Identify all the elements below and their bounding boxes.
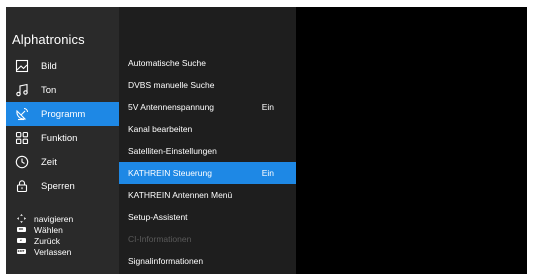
menu-item-label: KATHREIN Steuerung	[128, 168, 212, 178]
hint-exit: EXIT Verlassen	[16, 246, 73, 257]
clock-icon	[14, 155, 29, 170]
hint-select: OK Wählen	[16, 224, 73, 235]
lock-icon	[14, 179, 29, 194]
sidebar-item-funktion[interactable]: Funktion	[6, 126, 119, 150]
dpad-icon	[16, 214, 26, 223]
menu-item-label: Setup-Assistent	[128, 212, 188, 222]
menu-item-satelliten-einstellungen[interactable]: Satelliten-Einstellungen	[119, 140, 296, 162]
hint-label: navigieren	[34, 213, 74, 224]
sidebar-item-label: Ton	[41, 84, 57, 96]
sidebar-item-zeit[interactable]: Zeit	[6, 150, 119, 174]
menu-item-label: Kanal bearbeiten	[128, 124, 193, 134]
sidebar-item-label: Funktion	[41, 132, 78, 144]
sidebar-item-ton[interactable]: Ton	[6, 78, 119, 102]
menu-item-label: Satelliten-Einstellungen	[128, 146, 217, 156]
grid-icon	[14, 131, 29, 146]
menu-item-dvbs-manuelle-suche[interactable]: DVBS manuelle Suche	[119, 74, 296, 96]
sidebar: Alphatronics Bild Ton Programm Funktion …	[6, 7, 119, 274]
menu-item-label: CI-Informationen	[128, 234, 192, 244]
menu-item-label: 5V Antennenspannung	[128, 102, 215, 112]
hint-label: Wählen	[34, 224, 63, 235]
sidebar-item-label: Bild	[41, 60, 57, 72]
sidebar-item-label: Zeit	[41, 156, 57, 168]
menu-item-value: Ein	[261, 168, 274, 178]
menu-item-ci-informationen: CI-Informationen	[119, 228, 296, 250]
menu-item-kanal-bearbeiten[interactable]: Kanal bearbeiten	[119, 118, 296, 140]
hint-back: ↩ Zurück	[16, 235, 73, 246]
submenu-list: Automatische Suche DVBS manuelle Suche 5…	[119, 52, 296, 272]
menu-item-label: Signalinformationen	[128, 256, 204, 266]
image-icon	[14, 59, 29, 74]
hint-navigate: navigieren	[16, 213, 73, 224]
music-note-icon	[14, 83, 29, 98]
sidebar-item-bild[interactable]: Bild	[6, 54, 119, 78]
menu-item-kathrein-antennen-menue[interactable]: KATHREIN Antennen Menü	[119, 184, 296, 206]
sidebar-item-programm[interactable]: Programm	[6, 102, 119, 126]
hint-label: Verlassen	[34, 246, 72, 257]
brand-title: Alphatronics	[12, 32, 85, 47]
menu-item-kathrein-steuerung[interactable]: KATHREIN Steuerung Ein	[119, 162, 296, 184]
menu-item-label: Automatische Suche	[128, 58, 206, 68]
back-key-icon: ↩	[16, 236, 26, 245]
exit-key-icon: EXIT	[16, 249, 26, 254]
menu-item-setup-assistent[interactable]: Setup-Assistent	[119, 206, 296, 228]
hint-label: Zurück	[34, 235, 60, 246]
menu-item-label: KATHREIN Antennen Menü	[128, 190, 233, 200]
sidebar-item-label: Programm	[41, 108, 86, 120]
satellite-dish-icon	[14, 107, 29, 122]
programm-submenu: Automatische Suche DVBS manuelle Suche 5…	[119, 7, 296, 274]
sidebar-item-label: Sperren	[41, 180, 75, 192]
remote-hints: navigieren OK Wählen ↩ Zurück EXIT Verla…	[16, 213, 73, 257]
menu-item-signalinformationen[interactable]: Signalinformationen	[119, 250, 296, 272]
main-nav: Bild Ton Programm Funktion Zeit Sperren	[6, 54, 119, 198]
sidebar-item-sperren[interactable]: Sperren	[6, 174, 119, 198]
menu-item-5v-antennenspannung[interactable]: 5V Antennenspannung Ein	[119, 96, 296, 118]
ok-key-icon: OK	[16, 225, 26, 234]
menu-item-label: DVBS manuelle Suche	[128, 80, 215, 90]
menu-item-value: Ein	[261, 102, 274, 112]
menu-item-automatische-suche[interactable]: Automatische Suche	[119, 52, 296, 74]
tv-screen: Alphatronics Bild Ton Programm Funktion …	[6, 7, 527, 274]
